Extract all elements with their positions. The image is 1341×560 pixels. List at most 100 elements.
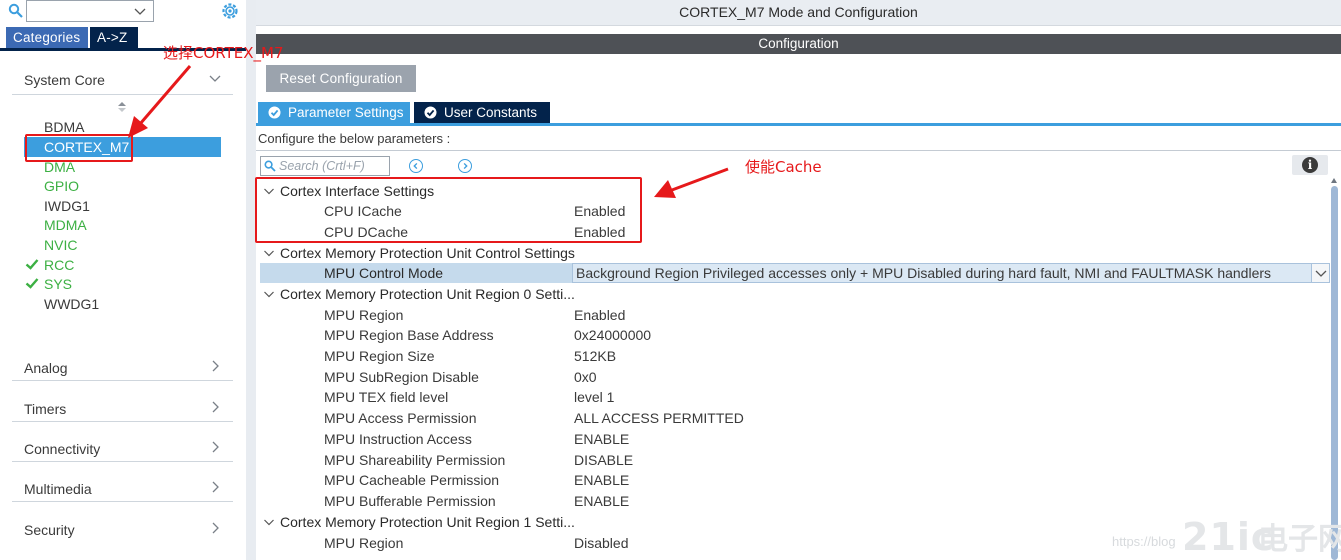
component-label: NVIC	[44, 237, 78, 253]
component-item-iwdg1[interactable]: IWDG1	[24, 196, 221, 216]
annotation-select-note: 选择CORTEX_M7	[163, 44, 284, 62]
param-name: MPU Instruction Access	[324, 431, 472, 447]
param-row-mpu-control-mode[interactable]: MPU Control Mode Background Region Privi…	[260, 263, 1330, 283]
category-label: System Core	[24, 72, 105, 88]
param-row[interactable]: MPU Access Permission ALL ACCESS PERMITT…	[260, 408, 1325, 428]
param-row[interactable]: MPU SubRegion Disable 0x0	[260, 367, 1325, 387]
param-name: MPU Region Size	[324, 348, 435, 364]
category-security[interactable]: Security	[12, 507, 233, 543]
component-label: RCC	[44, 257, 75, 273]
chevron-right-icon	[212, 522, 219, 534]
param-value[interactable]: ENABLE	[574, 470, 629, 490]
category-system-core[interactable]: System Core	[12, 59, 233, 95]
category-label: Security	[24, 522, 75, 538]
chevron-down-icon	[1315, 270, 1327, 277]
param-name: MPU Shareability Permission	[324, 452, 506, 468]
check-circle-icon	[268, 106, 281, 119]
component-label: SYS	[44, 276, 73, 292]
reset-configuration-button[interactable]: Reset Configuration	[266, 65, 416, 92]
configuration-header: Configuration	[256, 34, 1341, 54]
mode-title: CORTEX_M7 Mode and Configuration	[256, 0, 1341, 26]
component-item-nvic[interactable]: NVIC	[24, 235, 221, 255]
chevron-right-icon	[212, 481, 219, 493]
param-value[interactable]: Disabled	[574, 533, 628, 553]
chevron-right-icon	[212, 441, 219, 453]
right-panel: CORTEX_M7 Mode and Configuration Configu…	[256, 0, 1341, 560]
component-item-mdma[interactable]: MDMA	[24, 215, 221, 235]
component-item-rcc[interactable]: RCC	[24, 255, 221, 275]
param-value[interactable]: 0x24000000	[574, 325, 651, 345]
dropdown-button[interactable]	[1311, 264, 1329, 282]
left-toolbar	[0, 0, 246, 26]
param-row[interactable]: MPU Region Base Address 0x24000000	[260, 325, 1325, 345]
search-icon[interactable]	[8, 3, 24, 19]
category-connectivity[interactable]: Connectivity	[12, 426, 233, 462]
param-name: MPU Control Mode	[324, 265, 444, 281]
component-label: GPIO	[44, 178, 80, 194]
group-mpu-control-settings[interactable]: Cortex Memory Protection Unit Control Se…	[260, 243, 1325, 263]
category-label: Timers	[24, 401, 67, 417]
group-title: Cortex Memory Protection Unit Region 1 S…	[280, 514, 575, 530]
divider	[256, 150, 1341, 151]
search-previous-icon[interactable]	[409, 159, 423, 173]
param-row[interactable]: MPU Instruction Access ENABLE	[260, 429, 1325, 449]
group-mpu-region-1[interactable]: Cortex Memory Protection Unit Region 1 S…	[260, 512, 1325, 532]
category-analog[interactable]: Analog	[12, 345, 233, 381]
param-row[interactable]: MPU Cacheable Permission ENABLE	[260, 470, 1325, 490]
chevron-down-icon	[264, 519, 274, 526]
tab-categories[interactable]: Categories	[6, 27, 88, 48]
panel-splitter[interactable]	[246, 0, 256, 560]
param-value[interactable]: DISABLE	[574, 450, 633, 470]
param-row[interactable]: MPU Bufferable Permission ENABLE	[260, 491, 1325, 511]
param-value[interactable]: 512KB	[574, 346, 616, 366]
param-value[interactable]: level 1	[574, 387, 614, 407]
annotation-box-cache	[255, 177, 642, 243]
chevron-down-icon	[264, 291, 274, 298]
param-row[interactable]: MPU Region Enabled	[260, 305, 1325, 325]
search-icon	[264, 160, 276, 172]
category-multimedia[interactable]: Multimedia	[12, 466, 233, 502]
component-item-wwdg1[interactable]: WWDG1	[24, 294, 221, 314]
param-row[interactable]: MPU Region Size 512KB	[260, 346, 1325, 366]
group-mpu-region-0[interactable]: Cortex Memory Protection Unit Region 0 S…	[260, 284, 1325, 304]
component-item-sys[interactable]: SYS	[24, 274, 221, 294]
param-name: MPU Bufferable Permission	[324, 493, 496, 509]
scrollbar-thumb[interactable]	[1331, 186, 1338, 560]
chevron-down-icon[interactable]	[133, 4, 147, 18]
chevron-down-icon	[264, 250, 274, 257]
search-combo-input[interactable]	[26, 0, 154, 22]
param-value[interactable]: ENABLE	[574, 491, 629, 511]
check-circle-icon	[424, 106, 437, 119]
param-value[interactable]: ENABLE	[574, 429, 629, 449]
sort-icon[interactable]	[117, 101, 127, 113]
search-placeholder: Search (Crtl+F)	[279, 159, 365, 173]
param-value[interactable]: Enabled	[574, 305, 625, 325]
annotation-box-cortex-m7	[25, 134, 133, 162]
param-name: MPU TEX field level	[324, 389, 449, 405]
watermark-url: https://blog	[1112, 534, 1176, 549]
param-name: MPU Region	[324, 307, 404, 323]
tab-user-constants[interactable]: User Constants	[414, 102, 550, 123]
group-title: Cortex Memory Protection Unit Region 0 S…	[280, 286, 575, 302]
component-item-gpio[interactable]: GPIO	[24, 176, 221, 196]
parameter-search-input[interactable]: Search (Crtl+F)	[260, 156, 390, 176]
category-timers[interactable]: Timers	[12, 386, 233, 422]
search-next-icon[interactable]	[458, 159, 472, 173]
category-label: Multimedia	[24, 481, 92, 497]
param-row[interactable]: MPU TEX field level level 1	[260, 387, 1325, 407]
component-label: WWDG1	[44, 296, 100, 312]
param-row[interactable]: MPU Shareability Permission DISABLE	[260, 450, 1325, 470]
info-icon: i	[1302, 157, 1318, 173]
check-icon	[25, 278, 39, 289]
tab-parameter-settings[interactable]: Parameter Settings	[258, 102, 410, 123]
scroll-up-icon[interactable]	[1331, 178, 1337, 184]
param-name: MPU SubRegion Disable	[324, 369, 479, 385]
param-value[interactable]: 0x0	[574, 367, 597, 387]
config-tabbar: Parameter Settings User Constants	[256, 102, 1341, 126]
gear-icon[interactable]	[220, 1, 240, 21]
info-button[interactable]: i	[1292, 155, 1328, 175]
category-label: Connectivity	[24, 441, 101, 457]
mpu-control-mode-select[interactable]: Background Region Privileged accesses on…	[572, 263, 1330, 283]
param-value[interactable]: ALL ACCESS PERMITTED	[574, 408, 744, 428]
tab-a-to-z[interactable]: A->Z	[90, 27, 138, 48]
